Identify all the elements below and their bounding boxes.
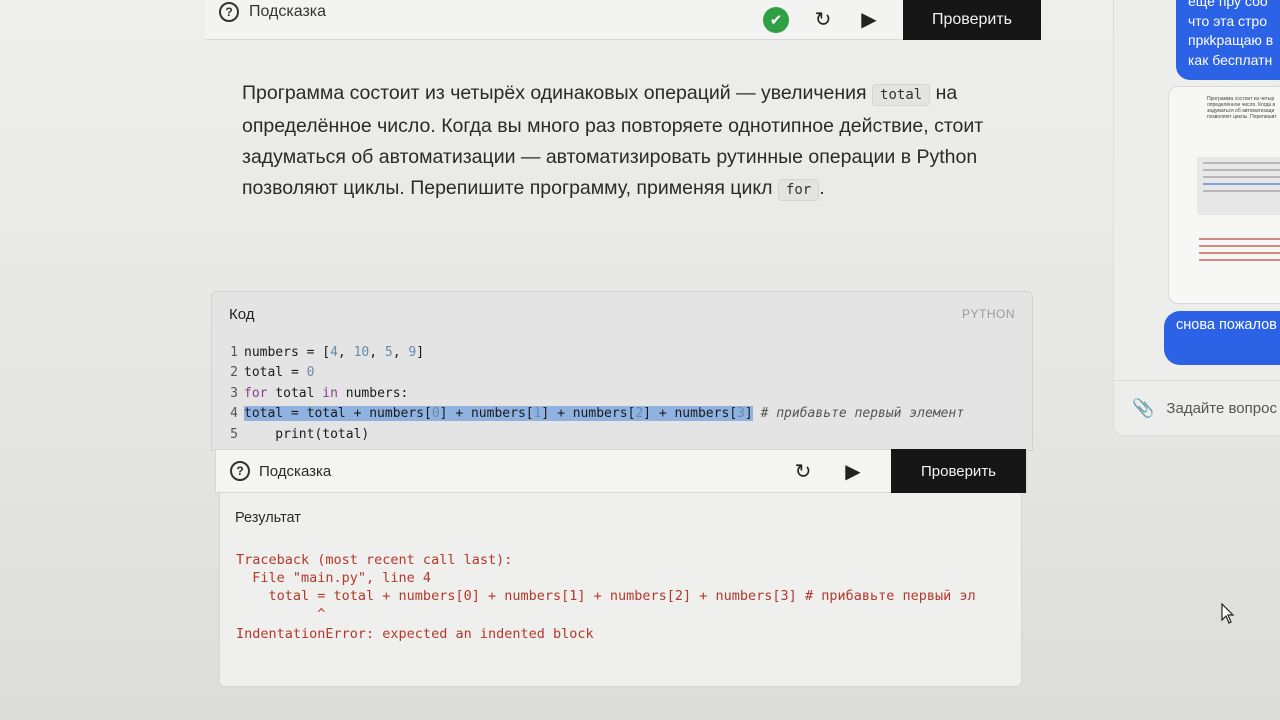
chat-message-line: еще пру соо — [1188, 0, 1268, 9]
check-success-icon: ✔ — [763, 6, 789, 33]
check-button-top[interactable]: Проверить — [903, 0, 1041, 40]
chat-message-line: что эта стро — [1188, 12, 1267, 29]
code-line[interactable]: 1 numbers = [4, 10, 5, 9] — [212, 342, 1032, 363]
question-icon: ? — [219, 1, 239, 22]
desc-text-1: Программа состоит из четырёх одинаковых … — [242, 82, 873, 104]
inline-code-total: total — [872, 84, 931, 106]
previous-task-toolbar: ? Подсказка ✔ ↻ ▶ Проверить — [205, 0, 1041, 40]
result-line: Traceback (most recent call last): — [236, 552, 513, 568]
chat-panel: еще пру соо что эта стро пркkращаю в как бе… — [1113, 0, 1280, 436]
code-line[interactable]: 5 print(total) — [212, 424, 1032, 445]
code-editor-panel: Код PYTHON 1 numbers = [4, 10, 5, 9] 2 tota… — [211, 291, 1033, 451]
chat-message-line: пркkращаю в — [1188, 32, 1274, 48]
result-line: total = total + numbers[0] + numbers[1] … — [236, 588, 976, 604]
desc-text-3: . — [819, 177, 825, 199]
code-title: Код — [229, 305, 255, 323]
run-icon[interactable]: ▶ — [857, 8, 881, 32]
chat-message-user: еще пру соо что эта стро пркkращаю в как бе… — [1176, 0, 1280, 80]
hint-button[interactable]: ? Подсказка — [230, 461, 331, 481]
task-description: Программа состоит из четырёх одинаковых … — [242, 78, 1012, 206]
paperclip-icon[interactable]: 📎 — [1132, 398, 1154, 419]
toolbar-tools-top: ✔ ↻ ▶ Проверить — [763, 0, 1041, 40]
inline-code-for: for — [777, 179, 820, 201]
result-output: Traceback (most recent call last): File … — [236, 551, 1008, 643]
hint-button-top[interactable]: ? Подсказка — [219, 1, 327, 22]
line-number: 4 — [230, 406, 238, 422]
chat-screenshot-attachment[interactable]: Программа состоит из четыр определённое … — [1168, 86, 1280, 304]
result-line: File "main.py", line 4 — [236, 570, 432, 586]
question-icon: ? — [230, 461, 250, 481]
code-line-text: numbers = [4, 10, 5, 9] — [244, 344, 425, 360]
hint-label-top: Подсказка — [249, 2, 327, 20]
chat-message-user-2: снова пожалов — [1164, 311, 1280, 365]
hint-label: Подсказка — [259, 462, 332, 480]
code-line[interactable]: 3 for total in numbers: — [212, 383, 1032, 404]
code-editor[interactable]: 1 numbers = [4, 10, 5, 9] 2 total = 0 3 for t… — [212, 336, 1032, 445]
reset-icon[interactable]: ↻ — [791, 459, 815, 483]
code-line-text: for total in numbers: — [244, 385, 409, 401]
code-action-bar: ? Подсказка ↻ ▶ Проверить — [215, 449, 1027, 493]
check-button[interactable]: Проверить — [891, 449, 1026, 493]
result-line: ^ — [236, 606, 326, 622]
screenshot-thumb-text: Программа состоит из четыр определённое … — [1207, 96, 1277, 120]
screenshot-thumb-code — [1197, 157, 1280, 215]
mouse-cursor-icon — [1221, 603, 1235, 624]
code-line-text: total = total + numbers[0] + numbers[1] … — [244, 406, 965, 422]
result-title: Результат — [235, 510, 301, 526]
result-line: IndentationError: expected an indented b… — [236, 626, 594, 642]
code-line[interactable]: 4 total = total + numbers[0] + numbers[1]… — [212, 404, 1032, 425]
result-panel: Результат Traceback (most recent call la… — [219, 493, 1022, 687]
line-number: 5 — [230, 426, 238, 442]
chat-message-text: еще пру соо что эта стро пркkращаю в как бе… — [1188, 0, 1280, 70]
reset-icon[interactable]: ↻ — [811, 8, 835, 32]
line-number: 2 — [230, 365, 238, 381]
code-line-text: total = 0 — [244, 365, 315, 381]
code-language: PYTHON — [961, 307, 1015, 321]
chat-input-placeholder: Задайте вопрос — [1166, 400, 1277, 417]
chat-message-line: как бесплатн — [1188, 51, 1273, 68]
action-tools: ↻ ▶ Проверить — [791, 449, 1026, 493]
screenshot-thumb-error — [1195, 233, 1280, 266]
chat-input[interactable]: 📎 Задайте вопрос — [1114, 380, 1280, 436]
run-icon[interactable]: ▶ — [841, 459, 865, 483]
line-number: 3 — [230, 385, 238, 401]
code-line[interactable]: 2 total = 0 — [212, 363, 1032, 384]
line-number: 1 — [230, 344, 238, 360]
code-line-text: print(total) — [244, 426, 370, 442]
code-header: Код PYTHON — [212, 292, 1032, 336]
